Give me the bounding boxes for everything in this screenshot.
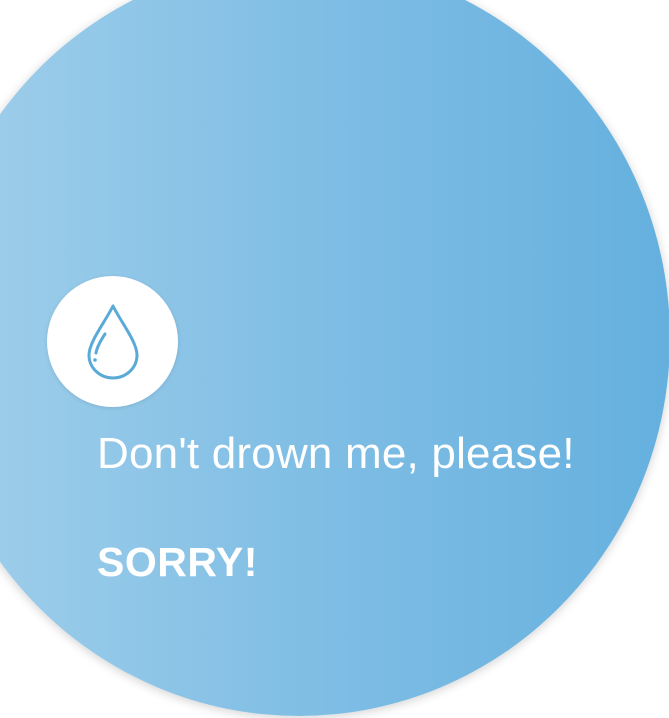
screen: Don't drown me, please! SORRY! [0, 0, 669, 718]
sorry-button[interactable]: SORRY! [97, 539, 258, 585]
water-drop-icon [83, 302, 143, 382]
icon-badge [47, 276, 178, 407]
notification-message: Don't drown me, please! [97, 429, 575, 478]
